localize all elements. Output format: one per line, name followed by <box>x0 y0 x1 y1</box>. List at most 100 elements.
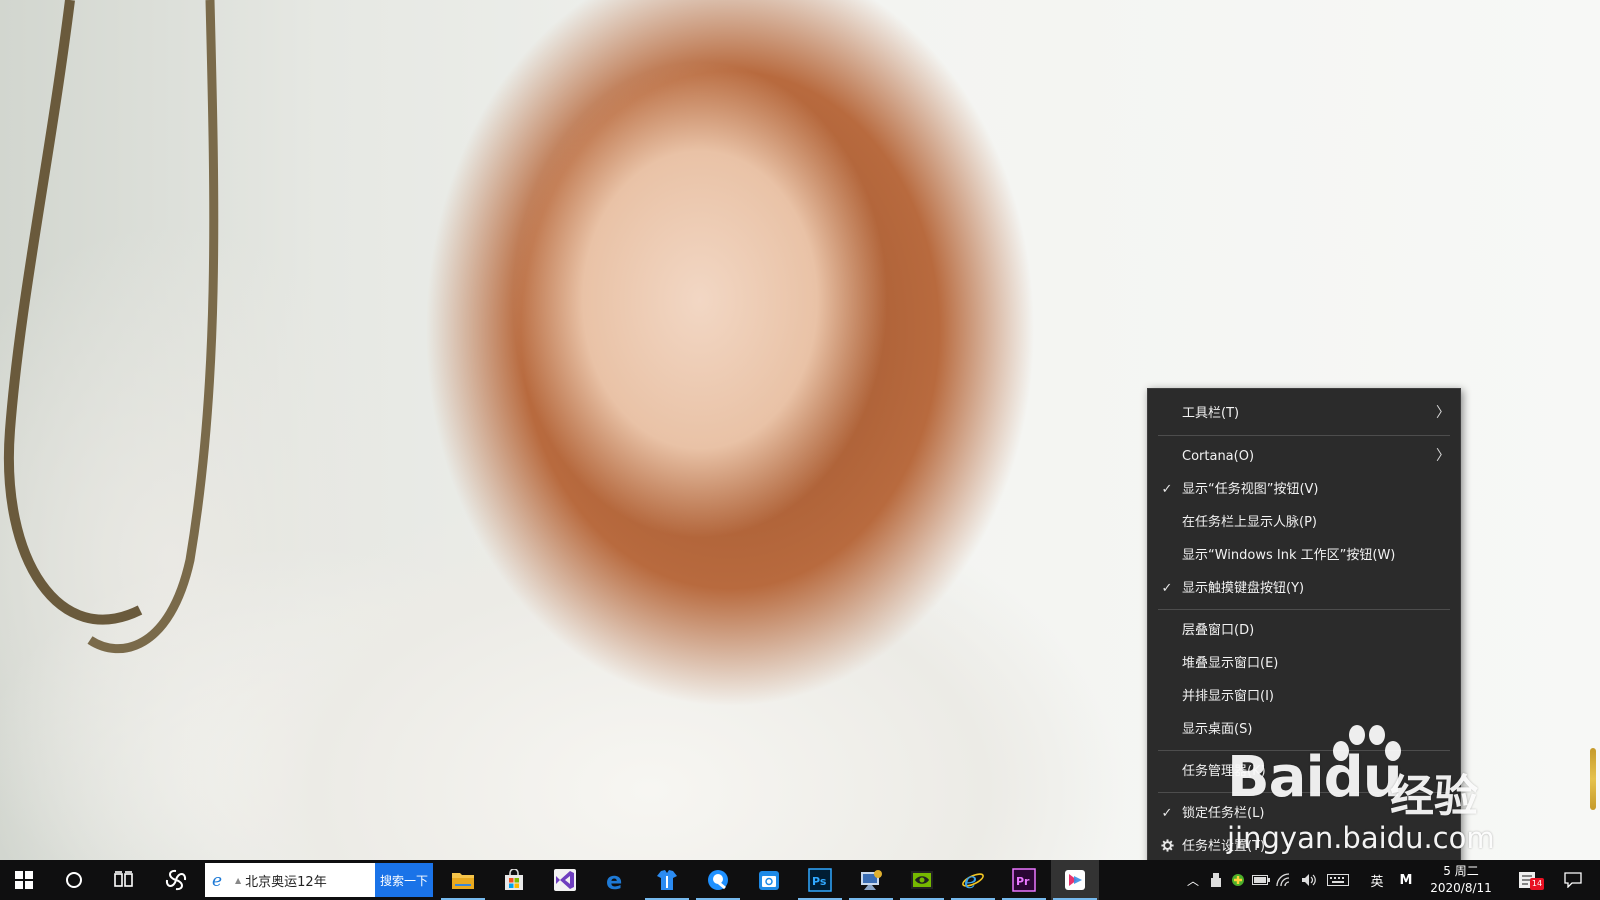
checkmark-icon: ✓ <box>1161 806 1173 821</box>
menu-item-label: 任务管理器(K) <box>1182 764 1266 779</box>
action-center-icon <box>1564 872 1582 888</box>
visual-studio-icon <box>554 869 576 891</box>
app-calendar-button[interactable] <box>745 860 793 900</box>
svg-text:Pr: Pr <box>1016 875 1030 888</box>
ie-button[interactable]: e <box>949 860 997 900</box>
menu-item-show-people[interactable]: 在任务栏上显示人脉(P) <box>1148 506 1460 539</box>
chevron-right-icon: 〉 <box>1436 405 1450 421</box>
visual-studio-button[interactable] <box>541 860 589 900</box>
menu-item-task-manager[interactable]: 任务管理器(K) <box>1148 755 1460 788</box>
menu-item-label: 在任务栏上显示人脉(P) <box>1182 515 1317 530</box>
menu-separator <box>1158 435 1450 436</box>
windows-logo-icon <box>15 871 33 889</box>
menu-item-cascade-windows[interactable]: 层叠窗口(D) <box>1148 614 1460 647</box>
app-shirt-icon <box>657 870 677 890</box>
menu-item-label: 工具栏(T) <box>1182 406 1240 421</box>
menu-item-show-windows-ink[interactable]: 显示“Windows Ink 工作区”按钮(W) <box>1148 539 1460 572</box>
svg-text:Ps: Ps <box>812 875 827 888</box>
pinwheel-icon <box>165 869 187 891</box>
cortana-circle-icon <box>66 872 82 888</box>
menu-item-label: 显示触摸键盘按钮(Y) <box>1182 581 1305 596</box>
touch-keyboard-button[interactable] <box>1324 860 1352 900</box>
photoshop-button[interactable]: Ps <box>796 860 844 900</box>
menu-item-label: 显示桌面(S) <box>1182 722 1253 737</box>
taskbar: e ▲ 北京奥运12年 搜索一下 e Ps e Pr ︿ 英 M 5 周二 20… <box>0 860 1600 900</box>
dropdown-arrow-icon[interactable]: ▲ <box>235 876 241 885</box>
menu-item-label: 显示“Windows Ink 工作区”按钮(W) <box>1182 548 1396 563</box>
store-icon <box>505 869 523 890</box>
menu-item-label: 锁定任务栏(L) <box>1182 806 1265 821</box>
menu-item-side-by-side-windows[interactable]: 并排显示窗口(I) <box>1148 680 1460 713</box>
premiere-icon: Pr <box>1012 868 1036 892</box>
menu-item-label: 堆叠显示窗口(E) <box>1182 656 1279 671</box>
ie-icon: e <box>962 869 984 892</box>
search-text: 北京奥运12年 <box>245 874 327 890</box>
nvidia-button[interactable] <box>898 860 946 900</box>
cortana-button[interactable] <box>50 860 98 900</box>
tray-wifi-icon[interactable] <box>1274 860 1296 900</box>
gear-icon <box>1159 830 1175 863</box>
menu-item-stack-windows[interactable]: 堆叠显示窗口(E) <box>1148 647 1460 680</box>
chevron-right-icon: 〉 <box>1436 448 1450 464</box>
menu-item-label: Cortana(O) <box>1182 449 1255 464</box>
search-input[interactable]: e ▲ 北京奥运12年 <box>205 863 375 897</box>
menu-item-label: 层叠窗口(D) <box>1182 623 1255 638</box>
menu-item-cortana[interactable]: Cortana(O) 〉 <box>1148 440 1460 473</box>
app-calendar-icon <box>759 871 779 890</box>
menu-item-label: 显示“任务视图”按钮(V) <box>1182 482 1319 497</box>
task-view-button[interactable] <box>100 860 148 900</box>
app-blue-button[interactable] <box>847 860 895 900</box>
menu-item-label: 任务栏设置(T) <box>1182 839 1266 854</box>
taskbar-clock[interactable]: 5 周二 2020/8/11 <box>1426 860 1496 900</box>
clock-time: 5 周二 <box>1443 864 1479 878</box>
store-button[interactable] <box>490 860 538 900</box>
app-blue-icon <box>861 870 882 890</box>
taskbar-context-menu: 工具栏(T) 〉 Cortana(O) 〉 ✓ 显示“任务视图”按钮(V) 在任… <box>1147 388 1461 874</box>
action-center-button[interactable] <box>1550 860 1596 900</box>
menu-separator <box>1158 750 1450 751</box>
app-q-button[interactable] <box>694 860 742 900</box>
chevron-up-icon: ︿ <box>1186 873 1199 888</box>
menu-separator <box>1158 609 1450 610</box>
app-pink-icon <box>1065 870 1085 890</box>
checkmark-icon: ✓ <box>1161 581 1173 596</box>
clock-date: 2020/8/11 <box>1430 881 1492 895</box>
menu-item-show-desktop[interactable]: 显示桌面(S) <box>1148 713 1460 746</box>
notification-badge: 14 <box>1530 878 1544 890</box>
svg-text:e: e <box>212 871 222 889</box>
menu-item-label: 并排显示窗口(I) <box>1182 689 1274 704</box>
ie-small-icon: e <box>211 871 229 889</box>
edge-button[interactable]: e <box>592 860 640 900</box>
menu-item-show-task-view[interactable]: ✓ 显示“任务视图”按钮(V) <box>1148 473 1460 506</box>
side-scroll-indicator[interactable] <box>1590 748 1596 810</box>
search-button[interactable]: 搜索一下 <box>375 863 433 897</box>
svg-text:e: e <box>964 869 977 892</box>
photoshop-icon: Ps <box>808 868 832 892</box>
keyboard-icon <box>1327 874 1349 886</box>
show-hidden-icons-button[interactable]: ︿ <box>1182 860 1204 900</box>
start-button[interactable] <box>0 860 48 900</box>
app-pink-button[interactable] <box>1051 860 1099 900</box>
app-shirt-button[interactable] <box>643 860 691 900</box>
nvidia-icon <box>911 871 933 889</box>
menu-item-show-touch-keyboard[interactable]: ✓ 显示触摸键盘按钮(Y) <box>1148 572 1460 605</box>
menu-item-lock-taskbar[interactable]: ✓ 锁定任务栏(L) <box>1148 797 1460 830</box>
tray-usb-icon[interactable] <box>1206 860 1226 900</box>
file-explorer-icon <box>452 873 474 889</box>
checkmark-icon: ✓ <box>1161 482 1173 497</box>
tray-security-icon[interactable] <box>1228 860 1248 900</box>
task-view-icon <box>114 871 133 887</box>
edge-icon: e <box>606 868 622 892</box>
ime-mode-indicator[interactable]: M <box>1394 860 1418 900</box>
premiere-button[interactable]: Pr <box>1000 860 1048 900</box>
menu-separator <box>1158 792 1450 793</box>
tray-battery-icon[interactable] <box>1250 860 1272 900</box>
file-explorer-button[interactable] <box>439 860 487 900</box>
svg-text:e: e <box>606 868 622 892</box>
menu-item-toolbars[interactable]: 工具栏(T) 〉 <box>1148 396 1460 431</box>
tray-volume-icon[interactable] <box>1298 860 1320 900</box>
ime-language-indicator[interactable]: 英 <box>1366 860 1388 900</box>
app-q-icon <box>708 870 728 890</box>
pinwheel-app-button[interactable] <box>152 860 200 900</box>
menu-item-taskbar-settings[interactable]: 任务栏设置(T) <box>1148 830 1460 863</box>
